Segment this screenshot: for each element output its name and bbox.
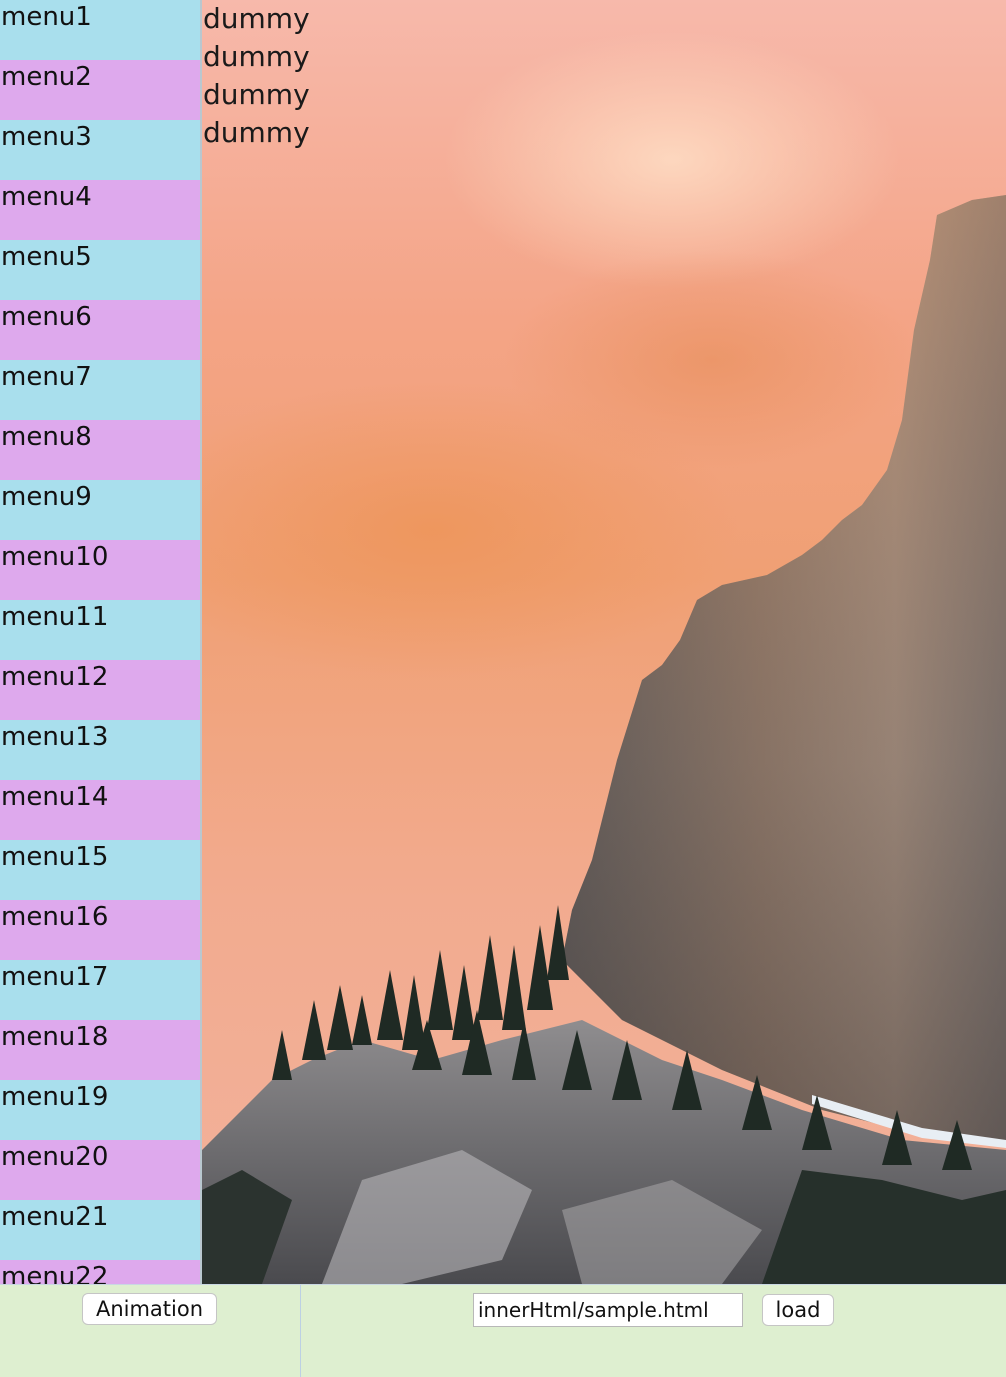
dummy-text-line: dummy [203,2,310,35]
url-input[interactable] [473,1293,743,1327]
menu-item-11[interactable]: menu11 [0,600,200,660]
menu-item-9[interactable]: menu9 [0,480,200,540]
menu-item-10[interactable]: menu10 [0,540,200,600]
animation-button[interactable]: Animation [82,1293,217,1325]
menu-item-3[interactable]: menu3 [0,120,200,180]
content-area[interactable]: dummy dummy dummy dummy [202,0,1006,1284]
toolbar-divider [300,1285,301,1377]
menu-item-21[interactable]: menu21 [0,1200,200,1260]
menu-item-22[interactable]: menu22 [0,1260,200,1284]
menu-item-13[interactable]: menu13 [0,720,200,780]
menu-item-17[interactable]: menu17 [0,960,200,1020]
menu-item-8[interactable]: menu8 [0,420,200,480]
menu-item-1[interactable]: menu1 [0,0,200,60]
menu-item-2[interactable]: menu2 [0,60,200,120]
dummy-text-line: dummy [203,78,310,111]
menu-item-7[interactable]: menu7 [0,360,200,420]
menu-item-15[interactable]: menu15 [0,840,200,900]
bottom-toolbar: Animation load [0,1284,1006,1377]
load-button[interactable]: load [762,1294,834,1326]
menu-item-5[interactable]: menu5 [0,240,200,300]
menu-item-6[interactable]: menu6 [0,300,200,360]
menu-item-20[interactable]: menu20 [0,1140,200,1200]
menu-item-19[interactable]: menu19 [0,1080,200,1140]
dummy-text-line: dummy [203,40,310,73]
dummy-text-line: dummy [203,116,310,149]
menu-item-16[interactable]: menu16 [0,900,200,960]
menu-item-14[interactable]: menu14 [0,780,200,840]
menu-item-4[interactable]: menu4 [0,180,200,240]
background-landscape-image [202,195,1006,1284]
menu-item-18[interactable]: menu18 [0,1020,200,1080]
cliff-face [562,195,1006,1148]
menu-item-12[interactable]: menu12 [0,660,200,720]
sidebar-menu: menu1 menu2 menu3 menu4 menu5 menu6 menu… [0,0,200,1284]
